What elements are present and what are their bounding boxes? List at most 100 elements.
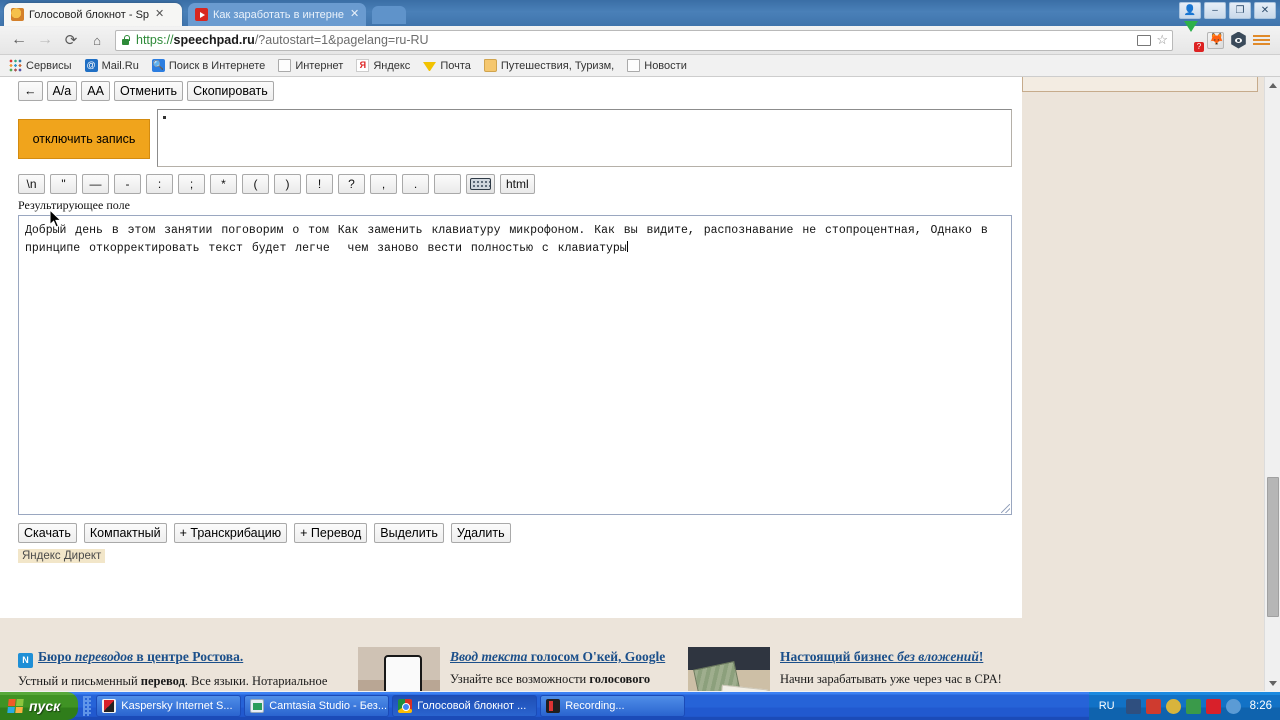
record-toggle-button[interactable]: отключить запись [18, 119, 150, 159]
money-envelope-image[interactable] [688, 647, 770, 691]
interim-result-field[interactable] [157, 109, 1012, 167]
user-profile-button[interactable]: 👤 [1179, 2, 1201, 19]
taskbar-clock[interactable]: 8:26 [1250, 700, 1272, 712]
punct-newline-button[interactable]: \n [18, 174, 45, 194]
mail-tray-icon[interactable] [1185, 698, 1201, 714]
punct-asterisk-button[interactable]: * [210, 174, 237, 194]
bookmark-yandex[interactable]: Я Яндекс [351, 57, 415, 74]
tray-app-icon[interactable] [1145, 698, 1161, 714]
tab-youtube[interactable]: Как заработать в интерне ✕ [188, 3, 366, 26]
ad-title[interactable]: Настоящий бизнес без вложений! [780, 647, 1008, 666]
taskbar-item-label: Kaspersky Internet S... [121, 700, 233, 712]
delete-button[interactable]: Удалить [450, 523, 511, 543]
bookmark-servisy[interactable]: Сервисы [4, 57, 77, 74]
taskbar-grip[interactable] [83, 696, 92, 716]
copy-button[interactable]: Скопировать [187, 81, 274, 101]
cast-icon[interactable] [1137, 34, 1152, 46]
omnibox-icons: ☆ [1131, 32, 1168, 48]
chrome-icon [398, 699, 413, 713]
language-indicator[interactable]: RU [1099, 700, 1115, 712]
ad-title[interactable]: N Бюро переводов в центре Ростова. [18, 647, 348, 668]
download-badge: ? [1194, 41, 1204, 52]
compact-button[interactable]: Компактный [83, 523, 167, 543]
recording-icon [546, 699, 561, 713]
reload-button[interactable]: ⟳ [58, 31, 84, 49]
start-button[interactable]: пуск [0, 692, 79, 720]
bookmark-internet[interactable]: Интернет [273, 57, 348, 74]
bookmark-pochta[interactable]: Почта [418, 58, 476, 74]
taskbar-item-chrome[interactable]: Голосовой блокнот ... [392, 695, 538, 717]
text-caret [626, 241, 628, 252]
adguard-eye-icon[interactable] [1231, 31, 1246, 49]
caps-button[interactable]: AA [81, 81, 110, 101]
back-arrow-button[interactable]: ← [18, 81, 43, 101]
ad-title-part: в центре Ростова. [133, 649, 244, 664]
home-button[interactable]: ⌂ [84, 33, 110, 48]
bookmarks-bar: Сервисы @ Mail.Ru 🔍 Поиск в Интернете Ин… [0, 55, 1280, 77]
punct-comma-button[interactable]: , [370, 174, 397, 194]
page-scrollbar[interactable] [1264, 77, 1280, 691]
punct-close-paren-button[interactable]: ) [274, 174, 301, 194]
phone-voice-input-image[interactable] [358, 647, 440, 691]
page-icon [278, 59, 292, 72]
punct-period-button[interactable]: . [402, 174, 429, 194]
windows-taskbar: пуск Kaspersky Internet S... Camtasia St… [0, 692, 1280, 720]
download-icon[interactable]: ? [1184, 20, 1204, 52]
tab-speechpad[interactable]: Голосовой блокнот - Sp ✕ [4, 3, 182, 26]
chrome-menu-icon[interactable] [1253, 32, 1270, 49]
bookmark-travel[interactable]: Путешествия, Туризм, [479, 57, 619, 74]
back-button[interactable]: ← [6, 31, 32, 49]
download-button[interactable]: Скачать [18, 523, 77, 543]
youtube-favicon-icon [195, 8, 208, 21]
taskbar-item-label: Recording... [565, 700, 625, 712]
folder-icon [483, 59, 497, 72]
scroll-up-arrow-icon[interactable] [1265, 77, 1280, 93]
html-button[interactable]: html [500, 174, 535, 194]
volume-icon[interactable] [1165, 698, 1181, 714]
resize-handle[interactable] [1001, 504, 1010, 513]
punct-exclamation-button[interactable]: ! [306, 174, 333, 194]
scrollbar-thumb[interactable] [1267, 477, 1279, 617]
minimize-button[interactable]: – [1204, 2, 1226, 19]
new-tab-button[interactable] [372, 6, 406, 24]
bookmark-novosti[interactable]: Новости [622, 57, 692, 74]
bookmark-mailru[interactable]: @ Mail.Ru [80, 57, 144, 74]
sync-tray-icon[interactable] [1225, 698, 1241, 714]
network-icon[interactable] [1125, 698, 1141, 714]
window-controls: 👤 – ❐ ✕ [1179, 2, 1276, 19]
bookmark-star-icon[interactable]: ☆ [1156, 32, 1168, 48]
address-bar[interactable]: https:// speechpad.ru /?autostart=1&page… [115, 29, 1173, 51]
select-button[interactable]: Выделить [374, 523, 444, 543]
bookmark-label: Интернет [295, 59, 344, 72]
punct-emdash-button[interactable]: — [82, 174, 109, 194]
tab-close-icon[interactable]: ✕ [350, 9, 359, 20]
add-translation-button[interactable]: + Перевод [294, 523, 368, 543]
taskbar-item-recording[interactable]: Recording... [540, 695, 686, 717]
scroll-down-arrow-icon[interactable] [1265, 675, 1280, 691]
kaspersky-tray-icon[interactable] [1205, 698, 1221, 714]
forward-button[interactable]: → [32, 31, 58, 49]
record-area: отключить запись [0, 101, 1022, 167]
bookmark-search[interactable]: 🔍 Поиск в Интернете [147, 57, 270, 74]
browser-window: Голосовой блокнот - Sp ✕ Как заработать … [0, 0, 1280, 692]
ad-title[interactable]: Ввод текста голосом О'кей, Google [450, 647, 678, 666]
bookmark-label: Путешествия, Туризм, [500, 59, 615, 72]
taskbar-item-camtasia[interactable]: Camtasia Studio - Без... [244, 695, 390, 717]
kaspersky-extension-icon[interactable] [1207, 31, 1224, 49]
punct-question-button[interactable]: ? [338, 174, 365, 194]
keyboard-icon[interactable] [466, 174, 495, 194]
punct-semicolon-button[interactable]: ; [178, 174, 205, 194]
punct-space-button[interactable] [434, 174, 461, 194]
tab-close-icon[interactable]: ✕ [155, 9, 164, 20]
result-textarea[interactable]: Добрый день в этом занятии поговорим о т… [18, 215, 1012, 515]
case-toggle-button[interactable]: A/a [46, 81, 78, 101]
undo-button[interactable]: Отменить [113, 81, 184, 101]
add-transcription-button[interactable]: + Транскрибацию [173, 523, 288, 543]
close-button[interactable]: ✕ [1254, 2, 1276, 19]
punct-colon-button[interactable]: : [146, 174, 173, 194]
punct-quote-button[interactable]: " [50, 174, 77, 194]
taskbar-item-kaspersky[interactable]: Kaspersky Internet S... [96, 695, 242, 717]
punct-hyphen-button[interactable]: - [114, 174, 141, 194]
maximize-button[interactable]: ❐ [1229, 2, 1251, 19]
punct-open-paren-button[interactable]: ( [242, 174, 269, 194]
